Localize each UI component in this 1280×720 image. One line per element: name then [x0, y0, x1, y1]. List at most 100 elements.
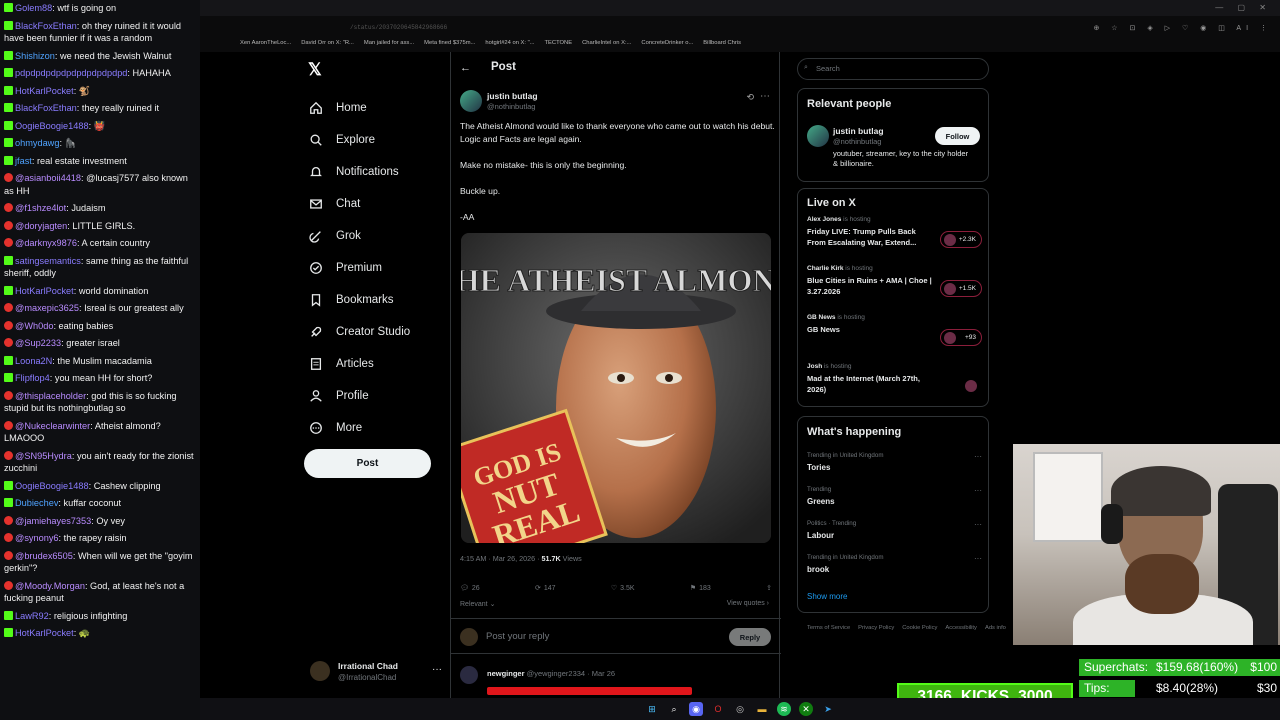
reply-input[interactable]: Post your reply: [486, 631, 549, 642]
view-quotes-link[interactable]: View quotes ›: [727, 600, 769, 607]
repost-action[interactable]: ⟳ 147: [535, 581, 556, 595]
reply-button[interactable]: Reply: [729, 628, 771, 646]
footer-link[interactable]: Cookie Policy: [902, 625, 937, 631]
chat-username[interactable]: HotKarlPocket: [15, 628, 74, 638]
avatar[interactable]: [460, 666, 478, 684]
extension-bar[interactable]: ⊕ ☆ ⊡ ◈ ▷ ♡ ◉ ◫ AI ⋮: [1093, 24, 1272, 32]
chat-username[interactable]: BlackFoxEthan: [15, 103, 77, 113]
bookmark-item[interactable]: David Orr on X: "R...: [301, 40, 354, 50]
url-bar[interactable]: /status/2037020645842968666: [350, 24, 590, 36]
bookmark-item[interactable]: TECTONE: [545, 40, 573, 50]
chat-username[interactable]: LawR92: [15, 611, 49, 621]
chat-username[interactable]: @thisplaceholder: [15, 391, 86, 401]
bookmark-item[interactable]: ConcreteDrinker o...: [641, 40, 693, 50]
x-logo-icon[interactable]: 𝕏: [308, 60, 322, 80]
search-input[interactable]: ⌕ Search: [797, 58, 989, 80]
trend-name[interactable]: Labour: [807, 531, 982, 540]
listener-badge[interactable]: +2.3K: [940, 231, 982, 248]
chat-username[interactable]: jfast: [15, 156, 32, 166]
live-host-name[interactable]: Josh: [807, 363, 822, 370]
live-item[interactable]: Alex Jones is hosting Friday LIVE: Trump …: [807, 216, 982, 248]
person-name[interactable]: justin butlag: [833, 126, 884, 136]
nav-item-premium[interactable]: Premium: [308, 252, 448, 284]
chat-username[interactable]: Flipflop4: [15, 373, 50, 383]
chat-username[interactable]: HotKarlPocket: [15, 86, 74, 96]
chat-username[interactable]: ohmydawg: [15, 138, 59, 148]
more-icon[interactable]: ···: [974, 486, 982, 495]
chat-username[interactable]: HotKarlPocket: [15, 286, 74, 296]
compose-post-button[interactable]: Post: [304, 449, 431, 478]
live-title[interactable]: Blue Cities in Ruins + AMA | Choe | 3.27…: [807, 276, 935, 297]
nav-item-explore[interactable]: Explore: [308, 124, 448, 156]
show-more-link[interactable]: Show more: [807, 592, 847, 601]
window-controls[interactable]: — ▢ ✕: [1215, 3, 1272, 12]
nav-item-chat[interactable]: Chat: [308, 188, 448, 220]
more-icon[interactable]: ···: [432, 664, 442, 675]
live-host-name[interactable]: Alex Jones: [807, 216, 841, 223]
post-author[interactable]: justin butlag @nothinbutlag ⟲ ⋯: [460, 90, 772, 114]
trend-name[interactable]: Greens: [807, 497, 982, 506]
more-icon[interactable]: ···: [974, 520, 982, 529]
author-handle[interactable]: @nothinbutlag: [487, 102, 535, 111]
chat-username[interactable]: @darknyx9876: [15, 238, 77, 248]
nav-item-more[interactable]: More: [308, 412, 448, 444]
chat-username[interactable]: Dubiechev: [15, 498, 58, 508]
telegram-icon[interactable]: ➤: [821, 702, 835, 716]
chat-username[interactable]: Loona2N: [15, 356, 52, 366]
chat-username[interactable]: @Sup2233: [15, 338, 61, 348]
reply-action[interactable]: 💬︎ 26: [460, 581, 480, 595]
chat-username[interactable]: Golem88: [15, 3, 52, 13]
timestamp[interactable]: 4:15 AM · Mar 26, 2026 ·: [460, 554, 542, 563]
follow-button[interactable]: Follow: [935, 127, 980, 145]
footer-link[interactable]: Terms of Service: [807, 625, 850, 631]
live-title[interactable]: GB News: [807, 325, 935, 336]
chat-username[interactable]: @f1shze4lot: [15, 203, 66, 213]
avatar[interactable]: [460, 90, 482, 112]
live-title[interactable]: Friday LIVE: Trump Pulls Back From Escal…: [807, 227, 935, 248]
chat-username[interactable]: @Nukeclearwinter: [15, 421, 90, 431]
trend-name[interactable]: brook: [807, 565, 982, 574]
live-item[interactable]: GB News is hosting GB News +93: [807, 314, 982, 346]
bookmark-item[interactable]: Billboard Chris: [703, 40, 741, 50]
avatar[interactable]: [807, 125, 829, 147]
bookmark-item[interactable]: hotgirl#24 on X: "...: [485, 40, 534, 50]
footer-link[interactable]: Privacy Policy: [858, 625, 894, 631]
reply-item[interactable]: newginger @yewginger2334 · Mar 26: [460, 666, 772, 696]
chat-username[interactable]: @Moody.Morgan: [15, 581, 85, 591]
tab-strip[interactable]: [200, 0, 1280, 16]
trend-item[interactable]: Politics · Trending Labour ···: [807, 520, 982, 540]
chat-username[interactable]: @SN95Hydra: [15, 451, 72, 461]
trend-item[interactable]: Trending in United Kingdom Tories ···: [807, 452, 982, 472]
chat-username[interactable]: @doryjagten: [15, 221, 67, 231]
nav-item-creator-studio[interactable]: Creator Studio: [308, 316, 448, 348]
listener-badge[interactable]: +1.5K: [940, 280, 982, 297]
trend-item[interactable]: Trending in United Kingdom brook ···: [807, 554, 982, 574]
live-title[interactable]: Mad at the Internet (March 27th, 2026): [807, 374, 935, 395]
chat-username[interactable]: @synony6: [15, 533, 59, 543]
post-image[interactable]: THE ATHEIST ALMOND GOD IS NUT REAL: [461, 233, 771, 543]
bookmark-item[interactable]: Meta fined $375m...: [424, 40, 475, 50]
bookmark-action[interactable]: ⚑ 183: [690, 581, 711, 595]
chat-username[interactable]: @maxepic3625: [15, 303, 79, 313]
spotify-icon[interactable]: ≋: [777, 702, 791, 716]
share-icon[interactable]: ⇪: [766, 581, 772, 595]
back-arrow-icon[interactable]: ←: [460, 62, 471, 74]
chat-username[interactable]: OogieBoogie1488: [15, 481, 89, 491]
trend-name[interactable]: Tories: [807, 463, 982, 472]
chat-username[interactable]: @Wh0do: [15, 321, 53, 331]
chat-username[interactable]: BlackFoxEthan: [15, 21, 77, 31]
search-icon[interactable]: ⌕: [667, 702, 681, 716]
nav-item-articles[interactable]: Articles: [308, 348, 448, 380]
like-action[interactable]: ♡ 3.5K: [611, 581, 635, 595]
footer-link[interactable]: Ads info: [985, 625, 1006, 631]
opera-icon[interactable]: O: [711, 702, 725, 716]
live-item[interactable]: Charlie Kirk is hosting Blue Cities in Ru…: [807, 265, 982, 297]
folder-icon[interactable]: ▬: [755, 702, 769, 716]
start-icon[interactable]: ⊞: [645, 702, 659, 716]
discord-icon[interactable]: ◉: [689, 702, 703, 716]
grok-icon[interactable]: ⟲: [746, 92, 754, 103]
person-handle[interactable]: @nothinbutlag: [833, 137, 881, 146]
chat-username[interactable]: Shishizon: [15, 51, 55, 61]
more-icon[interactable]: ···: [974, 452, 982, 461]
listener-badge[interactable]: [962, 378, 982, 395]
